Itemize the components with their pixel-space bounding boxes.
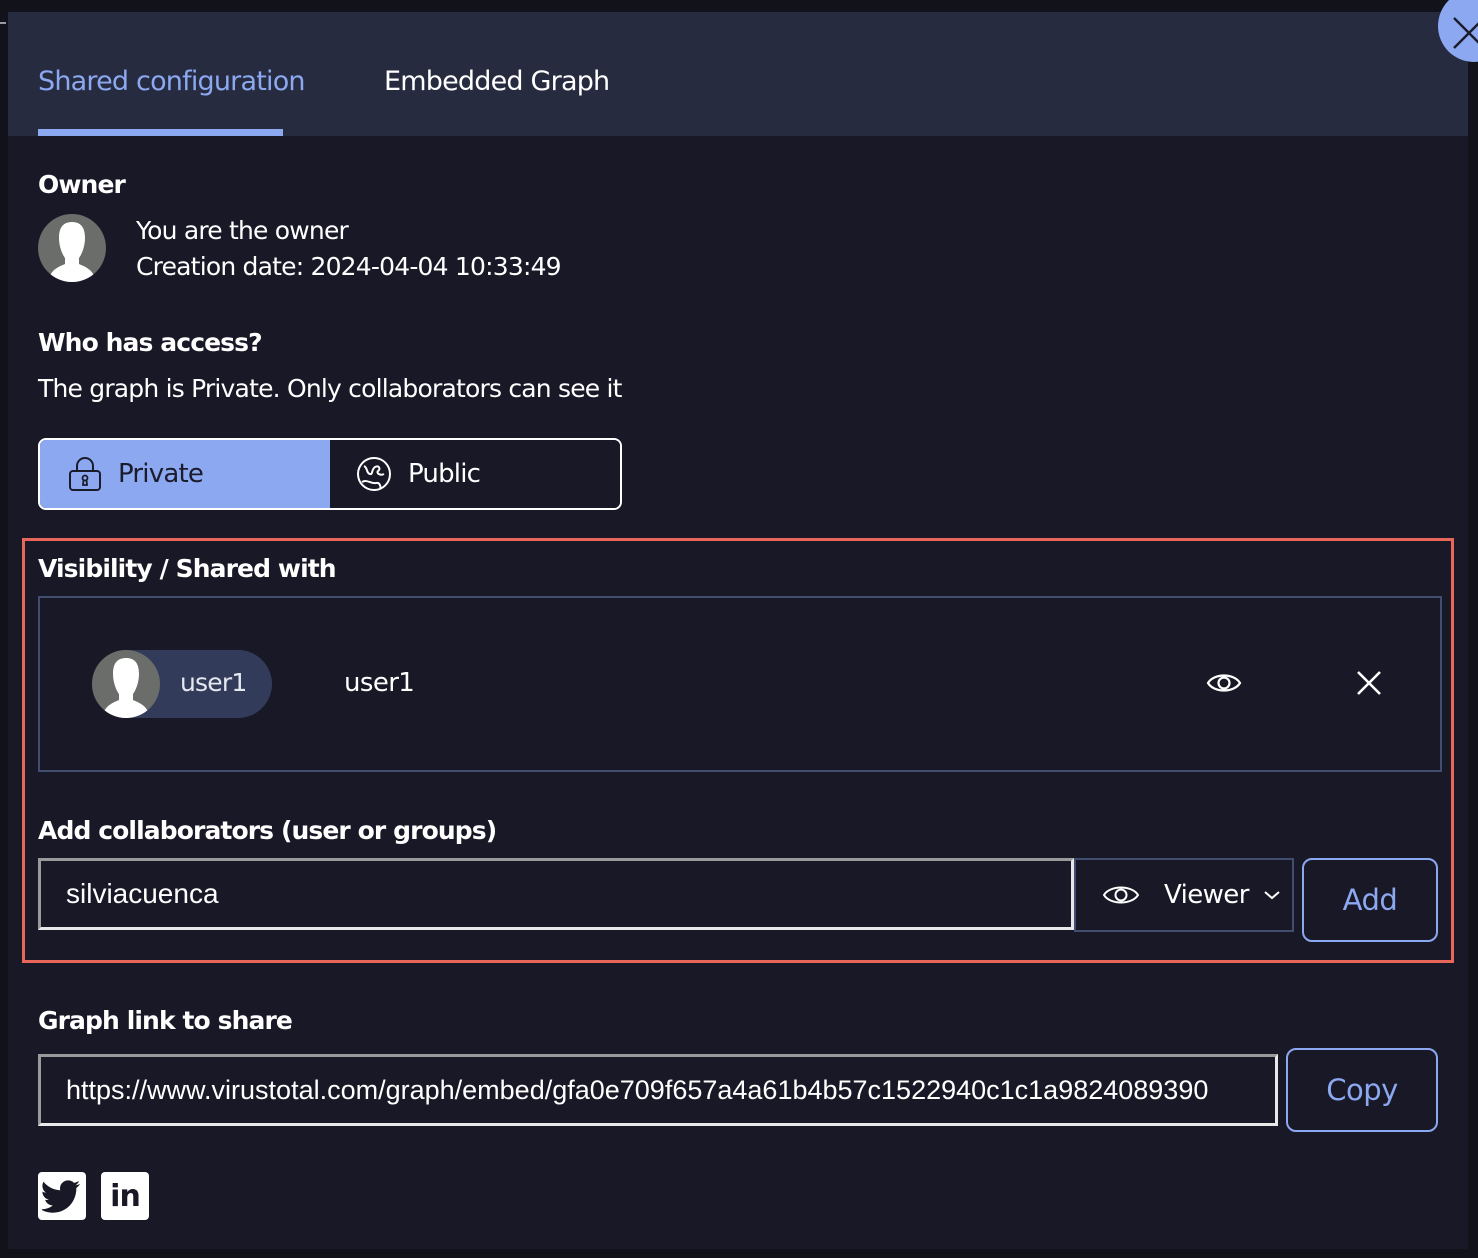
add-button[interactable]: Add (1302, 858, 1438, 942)
twitter-share-button[interactable] (38, 1172, 86, 1220)
role-select[interactable]: Viewer (1074, 858, 1294, 932)
twitter-icon (42, 1180, 80, 1213)
linkedin-share-button[interactable]: in (101, 1172, 149, 1220)
tab-embedded-graph[interactable]: Embedded Graph (384, 64, 610, 100)
tab-shared-configuration[interactable]: Shared configuration (38, 64, 306, 100)
chevron-down-icon (1264, 891, 1280, 900)
copy-button[interactable]: Copy (1286, 1048, 1438, 1132)
graph-link-field[interactable] (38, 1054, 1278, 1126)
graph-link-heading: Graph link to share (38, 1006, 293, 1035)
share-dialog: Shared configuration Embedded Graph Owne… (8, 0, 1478, 1249)
shared-with-list: user1 user1 (38, 596, 1442, 772)
owner-heading: Owner (38, 170, 126, 199)
public-label: Public (408, 459, 481, 489)
access-description: The graph is Private. Only collaborators… (38, 374, 622, 403)
linkedin-icon: in (110, 1178, 141, 1214)
collaborator-input[interactable] (38, 858, 1074, 930)
owner-status-text: You are the owner (136, 216, 349, 245)
lock-icon (69, 457, 101, 491)
user-chip: user1 (92, 650, 272, 718)
window-edge-line (0, 22, 6, 24)
globe-icon (357, 457, 391, 491)
private-option[interactable]: Private (40, 440, 330, 508)
user-silhouette-icon (102, 658, 150, 718)
eye-icon (1102, 886, 1140, 904)
creation-date-text: Creation date: 2024-04-04 10:33:49 (136, 252, 562, 281)
chip-label: user1 (180, 668, 247, 697)
visibility-toggle: Private Public (38, 438, 622, 510)
user-avatar (92, 650, 160, 718)
tab-bar: Shared configuration Embedded Graph (8, 12, 1468, 136)
role-label: Viewer (1164, 880, 1249, 910)
close-icon (1453, 17, 1478, 49)
access-heading: Who has access? (38, 328, 263, 357)
owner-avatar (38, 214, 106, 282)
eye-icon[interactable] (1206, 670, 1242, 701)
user-silhouette-icon (48, 222, 96, 282)
shared-with-heading: Visibility / Shared with (38, 554, 337, 583)
public-option[interactable]: Public (330, 440, 620, 508)
add-collaborators-heading: Add collaborators (user or groups) (38, 816, 497, 845)
active-tab-indicator (38, 129, 283, 136)
remove-user-icon[interactable] (1356, 670, 1382, 701)
shared-user-name: user1 (344, 668, 415, 698)
private-label: Private (118, 459, 204, 489)
